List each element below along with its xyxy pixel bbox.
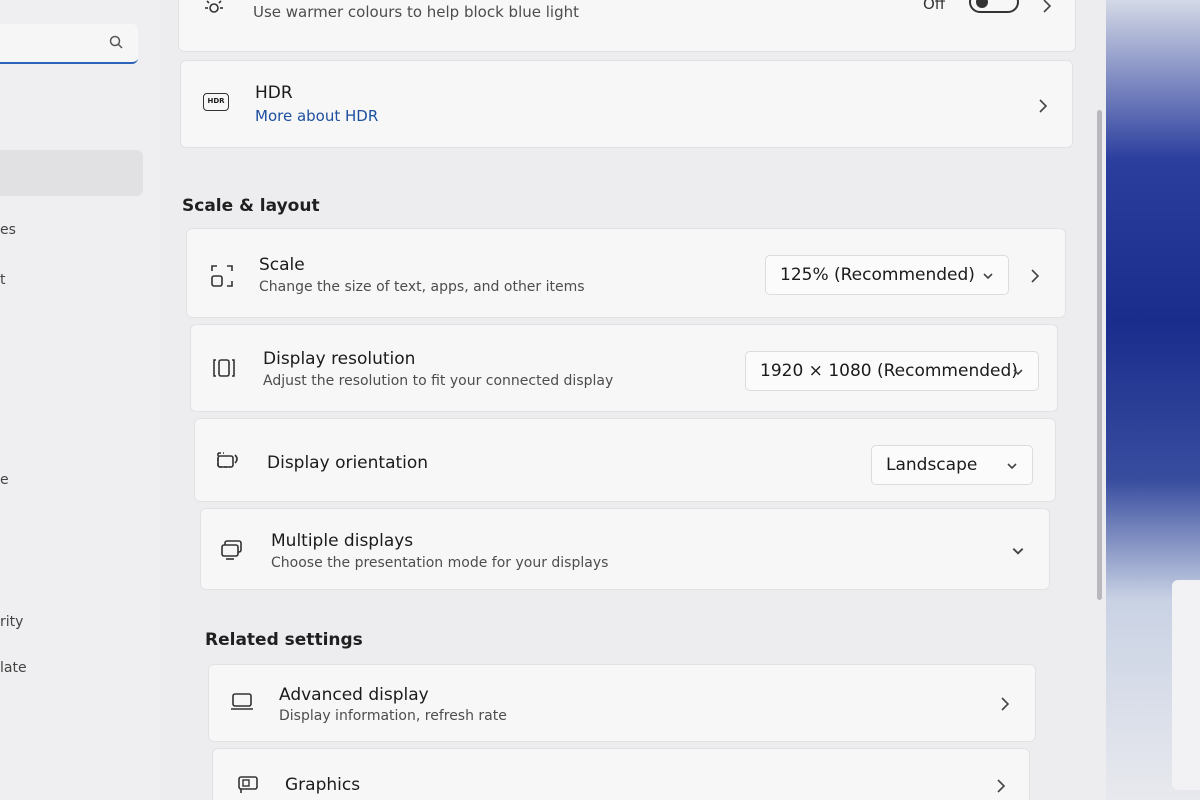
section-title-related-settings: Related settings — [205, 630, 363, 650]
chevron-right-icon — [1001, 697, 1010, 711]
chevron-down-icon — [1013, 369, 1023, 376]
toggle-state-label: Off — [923, 0, 946, 13]
sun-icon — [205, 0, 223, 13]
resolution-dropdown-value: 1920 × 1080 (Recommended) — [760, 361, 1018, 381]
section-title-scale-layout: Scale & layout — [182, 196, 320, 216]
chevron-right-icon — [997, 779, 1006, 793]
orientation-title: Display orientation — [267, 453, 429, 473]
sidebar-item-label[interactable]: e — [0, 472, 9, 488]
advanced-display-card[interactable]: Advanced display Display information, re… — [208, 664, 1036, 742]
resolution-icon — [213, 359, 235, 377]
chevron-down-icon — [1007, 463, 1017, 470]
desktop-wallpaper — [1106, 0, 1200, 800]
chevron-right-icon[interactable] — [1029, 267, 1041, 285]
scale-dropdown[interactable]: 125% (Recommended) — [765, 255, 1009, 295]
sidebar-item-selected[interactable] — [0, 150, 143, 196]
graphics-card[interactable]: Graphics — [212, 748, 1030, 800]
hdr-icon: HDR — [203, 93, 229, 111]
sidebar: es t e rity late — [0, 0, 160, 800]
scale-dropdown-value: 125% (Recommended) — [780, 265, 975, 285]
advanced-display-subtitle: Display information, refresh rate — [279, 708, 507, 724]
monitor-icon — [231, 693, 253, 710]
resolution-title: Display resolution — [263, 349, 416, 369]
hdr-title: HDR — [255, 83, 293, 103]
orientation-card[interactable]: Display orientation Landscape — [194, 418, 1056, 502]
multiple-displays-title: Multiple displays — [271, 531, 414, 551]
hdr-card[interactable]: HDR HDR More about HDR — [180, 60, 1073, 148]
scale-title: Scale — [259, 255, 305, 275]
resolution-subtitle: Adjust the resolution to fit your connec… — [263, 373, 614, 389]
scale-card[interactable]: Scale Change the size of text, apps, and… — [186, 228, 1066, 318]
resolution-dropdown[interactable]: 1920 × 1080 (Recommended) — [745, 351, 1039, 391]
multiple-displays-icon — [221, 540, 242, 560]
multiple-displays-card[interactable]: Multiple displays Choose the presentatio… — [200, 508, 1050, 590]
search-input[interactable] — [0, 24, 138, 64]
sidebar-item-label[interactable]: late — [0, 660, 27, 676]
orientation-dropdown-value: Landscape — [886, 455, 978, 475]
chevron-right-icon — [1039, 99, 1048, 113]
hdr-link[interactable]: More about HDR — [255, 107, 378, 125]
night-light-card[interactable]: Use warmer colours to help block blue li… — [178, 0, 1076, 52]
sidebar-item-label[interactable]: rity — [0, 614, 23, 630]
scrollbar[interactable] — [1097, 110, 1102, 600]
orientation-dropdown[interactable]: Landscape — [871, 445, 1033, 485]
advanced-display-title: Advanced display — [279, 685, 429, 705]
graphics-card-icon — [238, 776, 258, 793]
sidebar-item-label[interactable]: es — [0, 222, 16, 238]
chevron-down-icon[interactable] — [1011, 545, 1025, 557]
chevron-right-icon — [1043, 0, 1052, 13]
settings-main-panel: Use warmer colours to help block blue li… — [160, 0, 1106, 800]
scale-icon — [211, 265, 233, 287]
resolution-card[interactable]: Display resolution Adjust the resolution… — [190, 324, 1058, 412]
night-light-subtitle: Use warmer colours to help block blue li… — [253, 3, 579, 21]
night-light-toggle[interactable] — [969, 0, 1019, 13]
scale-subtitle: Change the size of text, apps, and other… — [259, 279, 585, 295]
chevron-down-icon — [983, 273, 993, 280]
search-icon — [109, 35, 123, 49]
graphics-title: Graphics — [285, 775, 361, 795]
sidebar-item-label[interactable]: t — [0, 272, 6, 288]
multiple-displays-subtitle: Choose the presentation mode for your di… — [271, 555, 609, 571]
notification-panel — [1172, 580, 1200, 790]
orientation-icon — [217, 452, 238, 468]
